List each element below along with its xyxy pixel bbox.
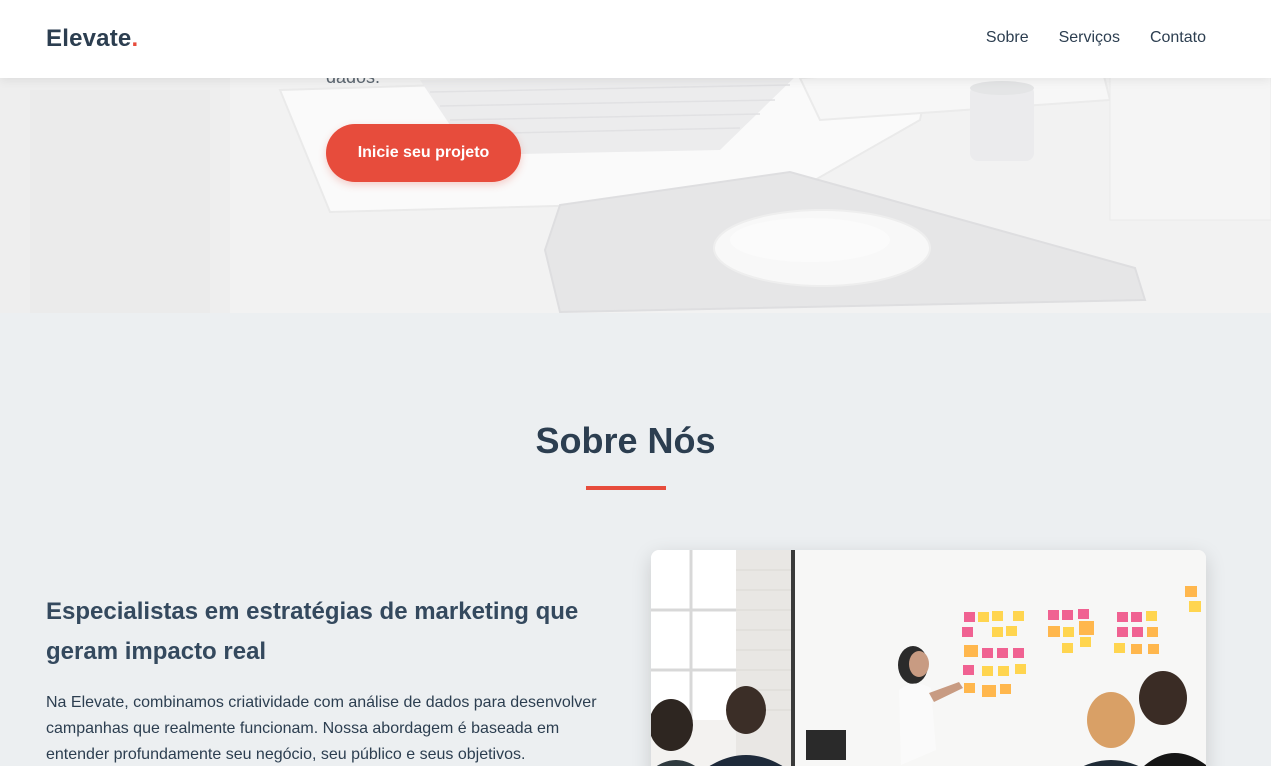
team-meeting-illustration	[651, 550, 1206, 766]
about-paragraph: Na Elevate, combinamos criatividade com …	[46, 694, 597, 763]
site-header: Elevate. Sobre Serviços Contato	[0, 0, 1271, 78]
about-heading: Especialistas em estratégias de marketin…	[46, 598, 579, 665]
start-project-button[interactable]: Inicie seu projeto	[326, 124, 521, 182]
section-title: Sobre Nós	[535, 420, 716, 461]
nav-link-servicos[interactable]: Serviços	[1059, 29, 1120, 47]
nav-link-sobre[interactable]: Sobre	[986, 29, 1029, 47]
logo[interactable]: Elevate.	[46, 25, 138, 53]
logo-dot: .	[131, 25, 139, 52]
logo-text: Elevate	[46, 25, 132, 52]
team-meeting-photo	[651, 550, 1206, 766]
main-nav: Sobre Serviços Contato	[986, 29, 1206, 47]
nav-link-contato[interactable]: Contato	[1150, 29, 1206, 47]
title-underline	[586, 486, 666, 490]
